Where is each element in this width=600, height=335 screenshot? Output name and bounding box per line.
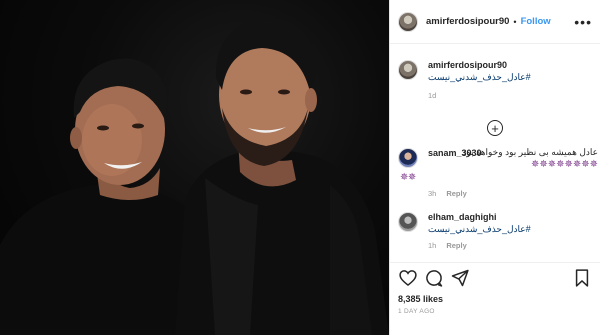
- bookmark-icon[interactable]: [572, 268, 592, 288]
- comment-time[interactable]: 3h: [428, 189, 436, 198]
- load-more-comments-icon[interactable]: +: [487, 120, 503, 136]
- author-avatar[interactable]: [398, 11, 418, 32]
- reply-button[interactable]: Reply: [446, 241, 466, 250]
- caption-username[interactable]: amirferdosipour90: [428, 60, 507, 70]
- post-age[interactable]: 1 DAY AGO: [398, 308, 435, 315]
- comment-emoji-row-2: ✵✵: [400, 171, 416, 183]
- load-more-comments: +: [390, 110, 600, 146]
- caption-body: amirferdosipour90 #عادل_حذف_شدني_نيست 1d: [428, 60, 531, 104]
- caption-avatar[interactable]: [398, 60, 418, 80]
- follow-button[interactable]: Follow: [521, 16, 551, 27]
- photo-illustration: [0, 17, 389, 335]
- share-icon[interactable]: [450, 268, 470, 288]
- reply-button[interactable]: Reply: [446, 189, 466, 198]
- post-header: amirferdosipour90 • Follow •••: [390, 0, 600, 44]
- post-side-panel: amirferdosipour90 • Follow ••• amirferdo…: [389, 0, 600, 335]
- comment-meta: 3h Reply: [428, 189, 598, 198]
- heart-icon[interactable]: [398, 268, 418, 288]
- comment-time[interactable]: 1h: [428, 241, 436, 250]
- comment-item: elham_daghighi #عادل_حذف_شدني_نيست 1h Re…: [390, 211, 600, 250]
- commenter-avatar[interactable]: [398, 148, 418, 168]
- post-photo[interactable]: [0, 0, 389, 335]
- comment-body: sanam_3030 عادل همیشه بی نظیر بود وخواهد…: [400, 147, 599, 198]
- comment-item: sanam_3030 عادل همیشه بی نظیر بود وخواهد…: [390, 147, 600, 198]
- comment-hashtag[interactable]: #عادل_حذف_شدني_نيست: [428, 224, 531, 235]
- comment-emoji-row: ✵✵✵✵✵✵✵✵: [530, 159, 599, 171]
- separator-dot: •: [513, 16, 517, 27]
- caption-time[interactable]: 1d: [428, 91, 531, 100]
- comment-text-content: عادل همیشه بی نظیر بود وخواهد بود: [462, 147, 598, 157]
- post-actions-bar: [390, 262, 600, 292]
- likes-count[interactable]: 8,385 likes: [398, 294, 443, 304]
- caption-hashtag[interactable]: #عادل_حذف_شدني_نيست: [428, 72, 531, 83]
- more-options-icon[interactable]: •••: [574, 14, 592, 30]
- instagram-post: amirferdosipour90 • Follow ••• amirferdo…: [0, 0, 600, 335]
- comment-body: elham_daghighi #عادل_حذف_شدني_نيست 1h Re…: [428, 212, 531, 250]
- comments-section[interactable]: amirferdosipour90 #عادل_حذف_شدني_نيست 1d…: [390, 44, 600, 262]
- comment-meta: 1h Reply: [428, 241, 531, 250]
- commenter-avatar[interactable]: [398, 211, 418, 232]
- comment-bubble-icon[interactable]: [424, 268, 444, 288]
- author-username[interactable]: amirferdosipour90: [426, 16, 509, 27]
- commenter-username[interactable]: elham_daghighi: [428, 212, 497, 222]
- post-caption: amirferdosipour90 #عادل_حذف_شدني_نيست 1d: [390, 44, 600, 104]
